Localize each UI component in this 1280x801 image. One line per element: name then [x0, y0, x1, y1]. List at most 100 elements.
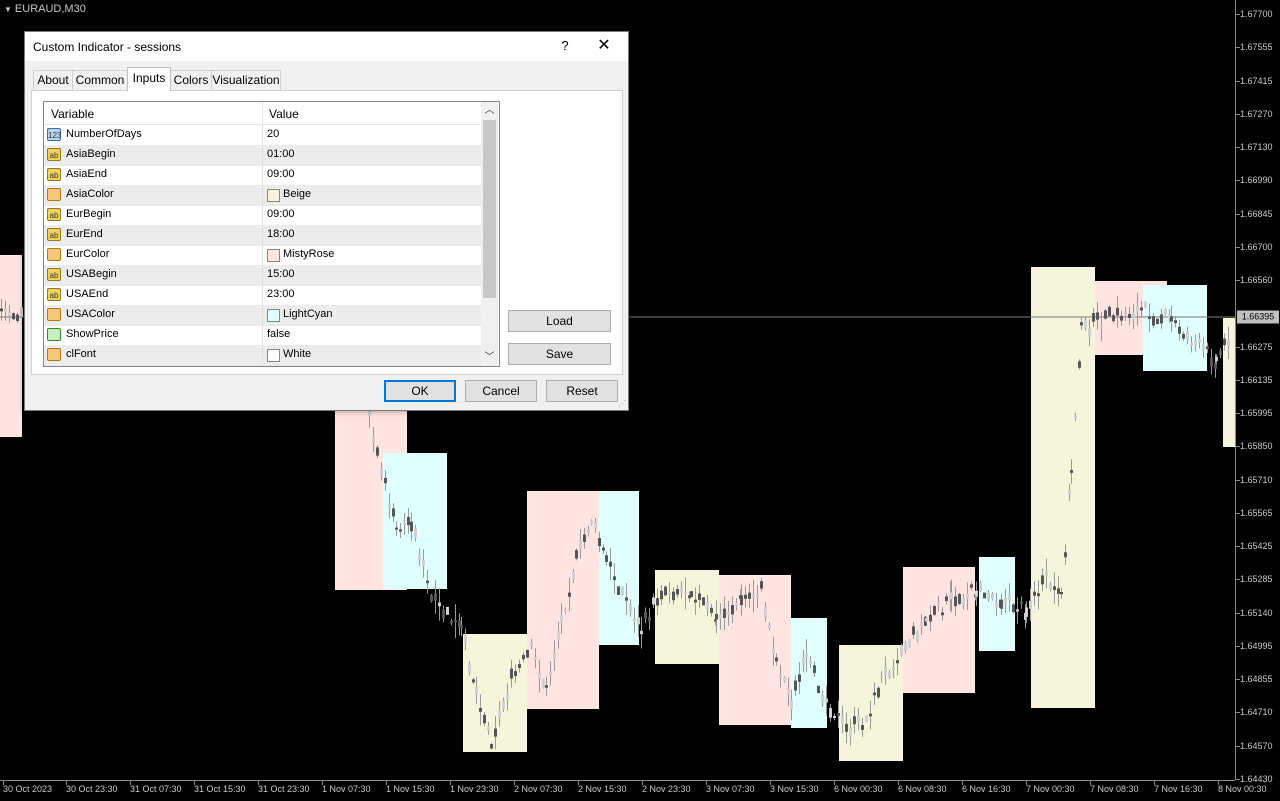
candle-body — [442, 609, 445, 619]
candle-body — [1104, 310, 1107, 319]
variable-value[interactable]: 09:00 — [267, 168, 295, 180]
input-row-usacolor[interactable]: USAColor LightCyan — [44, 305, 481, 326]
candle-body — [656, 598, 659, 606]
candle-body — [1060, 591, 1063, 595]
variable-name: USAColor — [66, 308, 115, 320]
tab-colors[interactable]: Colors — [170, 70, 212, 90]
color-swatch[interactable] — [267, 189, 280, 202]
variable-value[interactable]: 15:00 — [267, 268, 295, 280]
variable-value[interactable]: 09:00 — [267, 208, 295, 220]
session-box-usa — [791, 618, 827, 728]
color-swatch[interactable] — [267, 249, 280, 262]
candle-body — [676, 588, 679, 595]
input-row-eurbegin[interactable]: ab EurBegin 09:00 — [44, 205, 481, 226]
time-label: 3 Nov 15:30 — [770, 784, 819, 794]
variable-value[interactable]: White — [283, 348, 311, 360]
cancel-button[interactable]: Cancel — [465, 380, 537, 402]
input-row-showprice[interactable]: ShowPrice false — [44, 325, 481, 346]
reset-button[interactable]: Reset — [546, 380, 618, 402]
variable-value[interactable]: MistyRose — [283, 248, 334, 260]
tab-common[interactable]: Common — [72, 70, 128, 90]
load-button[interactable]: Load — [508, 310, 611, 332]
candle-body — [880, 676, 883, 679]
column-header-value[interactable]: Value — [269, 107, 299, 121]
cell-divider — [262, 265, 263, 285]
symbol-label[interactable]: ▼ EURAUD,M30 — [4, 3, 86, 15]
price-label: 1.66135 — [1240, 374, 1273, 385]
candle-body — [920, 622, 923, 628]
session-box-eur — [0, 255, 22, 437]
candle-body — [450, 621, 453, 624]
candle-body — [454, 620, 457, 623]
save-button[interactable]: Save — [508, 343, 611, 365]
variable-value[interactable]: false — [267, 328, 290, 340]
candle-body — [410, 521, 413, 532]
input-row-usabegin[interactable]: ab USABegin 15:00 — [44, 265, 481, 286]
resize-grip-icon[interactable]: ⋰ — [618, 400, 626, 408]
candle-body — [418, 554, 421, 560]
candle-body — [640, 630, 643, 635]
time-axis[interactable]: 30 Oct 2023 30 Oct 23:30 31 Oct 07:30 31 Oc… — [0, 780, 1267, 801]
color-swatch[interactable] — [267, 309, 280, 322]
help-icon[interactable]: ? — [555, 36, 575, 56]
tab-visualization[interactable]: Visualization — [211, 70, 281, 90]
price-axis[interactable]: 1.67700 1.67555 1.67415 1.67270 1.67130 1.669… — [1235, 0, 1280, 784]
tab-inputs[interactable]: Inputs — [127, 67, 171, 91]
time-label: 7 Nov 00:30 — [1026, 784, 1075, 794]
candle-body — [664, 586, 667, 596]
candle-body — [702, 597, 705, 606]
candle-body — [1156, 318, 1159, 325]
tab-about[interactable]: About — [33, 70, 73, 90]
variable-name: NumberOfDays — [66, 128, 142, 140]
candle-body — [579, 539, 582, 549]
ok-button[interactable]: OK — [384, 380, 456, 402]
scrollbar-thumb[interactable] — [483, 120, 496, 298]
variable-name: USABegin — [66, 268, 117, 280]
color-swatch[interactable] — [267, 349, 280, 362]
candle-body — [20, 307, 23, 317]
candle-body — [538, 673, 541, 679]
vertical-scrollbar[interactable]: ︿ ﹀ — [481, 102, 498, 366]
candle-body — [684, 592, 687, 595]
variable-value[interactable]: 20 — [267, 128, 279, 140]
input-row-eurcolor[interactable]: EurColor MistyRose — [44, 245, 481, 266]
candle-body — [892, 667, 895, 670]
candle-body — [395, 527, 398, 530]
cell-divider — [262, 185, 263, 205]
variable-value[interactable]: 18:00 — [267, 228, 295, 240]
input-row-asiacolor[interactable]: AsiaColor Beige — [44, 185, 481, 206]
session-box-asia — [1031, 267, 1095, 708]
input-row-asiaend[interactable]: ab AsiaEnd 09:00 — [44, 165, 481, 186]
variable-value[interactable]: LightCyan — [283, 308, 333, 320]
input-row-numberofdays[interactable]: 123 NumberOfDays 20 — [44, 125, 481, 146]
column-divider[interactable] — [262, 102, 263, 124]
candle-body — [817, 685, 820, 694]
candle-body — [1025, 607, 1028, 617]
candle-body — [1164, 309, 1167, 315]
candle-body — [690, 591, 693, 597]
column-header-variable[interactable]: Variable — [51, 107, 94, 121]
scroll-up-icon[interactable]: ︿ — [481, 102, 498, 119]
variable-name: ShowPrice — [66, 328, 119, 340]
input-row-usaend[interactable]: ab USAEnd 23:00 — [44, 285, 481, 306]
time-label: 7 Nov 08:30 — [1090, 784, 1139, 794]
variable-value[interactable]: 01:00 — [267, 148, 295, 160]
current-price-label: 1.66395 — [1237, 310, 1279, 324]
candle-body — [833, 715, 836, 719]
candle-body — [652, 597, 655, 605]
input-row-eurend[interactable]: ab EurEnd 18:00 — [44, 225, 481, 246]
candle-body — [602, 547, 605, 551]
variable-value[interactable]: Beige — [283, 188, 311, 200]
dialog-title-bar[interactable]: Custom Indicator - sessions ? ✕ — [25, 32, 628, 61]
candle-body — [407, 516, 410, 526]
input-row-clfont[interactable]: clFont White — [44, 345, 481, 366]
scroll-down-icon[interactable]: ﹀ — [481, 349, 498, 366]
variable-name: EurEnd — [66, 228, 103, 240]
variable-value[interactable]: 23:00 — [267, 288, 295, 300]
candle-body — [4, 309, 7, 312]
candle-body — [845, 723, 848, 732]
close-icon[interactable]: ✕ — [593, 36, 615, 56]
candle-body — [805, 653, 808, 658]
input-row-asiabegin[interactable]: ab AsiaBegin 01:00 — [44, 145, 481, 166]
time-label: 6 Nov 08:30 — [898, 784, 947, 794]
